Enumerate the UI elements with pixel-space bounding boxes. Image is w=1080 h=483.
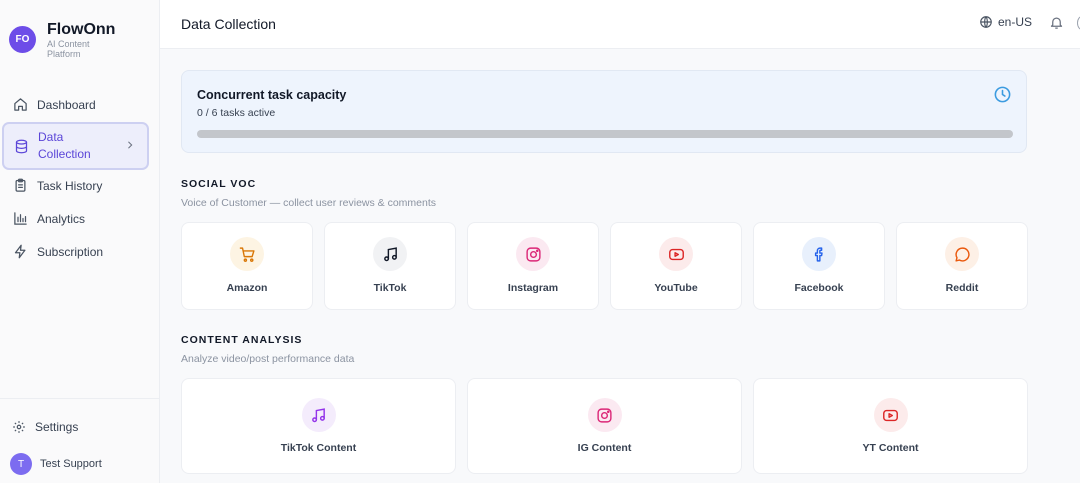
source-card-instagram[interactable]: Instagram [467, 222, 599, 310]
source-card-tiktok[interactable]: TikTok [324, 222, 456, 310]
cart-icon [230, 237, 264, 271]
source-card-label: TikTok [373, 282, 407, 294]
chat-bubble-icon [945, 237, 979, 271]
social-voc-subtitle: Voice of Customer — collect user reviews… [181, 197, 437, 209]
sidebar-item-label: Subscription [37, 244, 104, 259]
source-card-reddit[interactable]: Reddit [896, 222, 1028, 310]
globe-icon [979, 15, 993, 29]
clipboard-icon [12, 178, 28, 194]
content-analysis-subtitle: Analyze video/post performance data [181, 353, 355, 365]
settings-button[interactable]: Settings [0, 399, 160, 455]
content-analysis-title: CONTENT ANALYSIS [181, 334, 303, 346]
source-card-label: Instagram [507, 282, 559, 294]
sidebar-item-analytics[interactable]: Analytics [0, 202, 160, 235]
capacity-progress-bar [197, 130, 1013, 138]
capacity-title: Concurrent task capacity [197, 88, 347, 102]
youtube-icon [873, 398, 908, 432]
social-voc-title: SOCIAL VOC [181, 178, 257, 190]
sidebar-item-subscription[interactable]: Subscription [0, 235, 160, 268]
instagram-icon [587, 398, 622, 432]
gear-icon [12, 420, 26, 434]
sidebar-item-task-history[interactable]: Task History [0, 169, 160, 202]
brand-avatar: FO [9, 26, 36, 53]
user-name: Test Support [40, 458, 102, 470]
sidebar-item-data-collection[interactable]: Data Collection [2, 122, 149, 170]
sidebar-item-label: Data Collection [38, 130, 91, 161]
source-card-label: IG Content [577, 442, 632, 454]
capacity-status: 0 / 6 tasks active [197, 107, 276, 119]
music-note-icon [373, 237, 407, 271]
sidebar-item-label: Task History [37, 178, 103, 193]
sidebar-footer: Settings T Test Support [0, 398, 160, 475]
lightning-icon [12, 244, 28, 260]
source-card-label: YT Content [862, 442, 919, 454]
source-card-label: Reddit [945, 282, 979, 294]
source-card-youtube[interactable]: YouTube [610, 222, 742, 310]
source-card-yt-content[interactable]: YT Content [753, 378, 1028, 474]
sidebar-nav: Dashboard Task History Analytics Subscri… [0, 88, 160, 268]
facebook-icon [802, 237, 836, 271]
page-title: Data Collection [181, 16, 276, 32]
settings-label: Settings [35, 420, 79, 434]
source-card-facebook[interactable]: Facebook [753, 222, 885, 310]
brand-name: FlowOnn [47, 21, 116, 38]
youtube-icon [659, 237, 693, 271]
source-card-label: YouTube [654, 282, 698, 294]
chevron-right-icon [125, 139, 135, 153]
top-header: Data Collection en-US [160, 0, 1080, 49]
bell-icon[interactable] [1049, 15, 1064, 30]
capacity-card: Concurrent task capacity 0 / 6 tasks act… [181, 70, 1027, 153]
home-icon [12, 97, 28, 113]
sidebar: FO FlowOnn AI Content Platform Dashboard… [0, 0, 160, 483]
instagram-icon [516, 237, 550, 271]
source-card-label: Amazon [226, 282, 268, 294]
sidebar-item-label: Dashboard [37, 97, 96, 112]
language-label: en-US [998, 15, 1033, 29]
sidebar-item-dashboard[interactable]: Dashboard [0, 88, 160, 121]
brand: FO FlowOnn AI Content Platform [9, 21, 117, 59]
database-icon [13, 138, 29, 154]
source-card-amazon[interactable]: Amazon [181, 222, 313, 310]
user-avatar: T [10, 453, 32, 475]
brand-subtitle: AI Content Platform [47, 39, 90, 59]
source-card-tiktok-content[interactable]: TikTok Content [181, 378, 456, 474]
clock-icon [993, 85, 1012, 104]
sidebar-item-label: Analytics [37, 211, 86, 226]
source-card-label: Facebook [794, 282, 844, 294]
music-note-icon [301, 398, 336, 432]
source-card-ig-content[interactable]: IG Content [467, 378, 742, 474]
bar-chart-icon [12, 211, 28, 227]
language-selector[interactable]: en-US [979, 15, 1032, 29]
source-card-label: TikTok Content [280, 442, 357, 454]
user-profile[interactable]: T Test Support [10, 453, 102, 475]
